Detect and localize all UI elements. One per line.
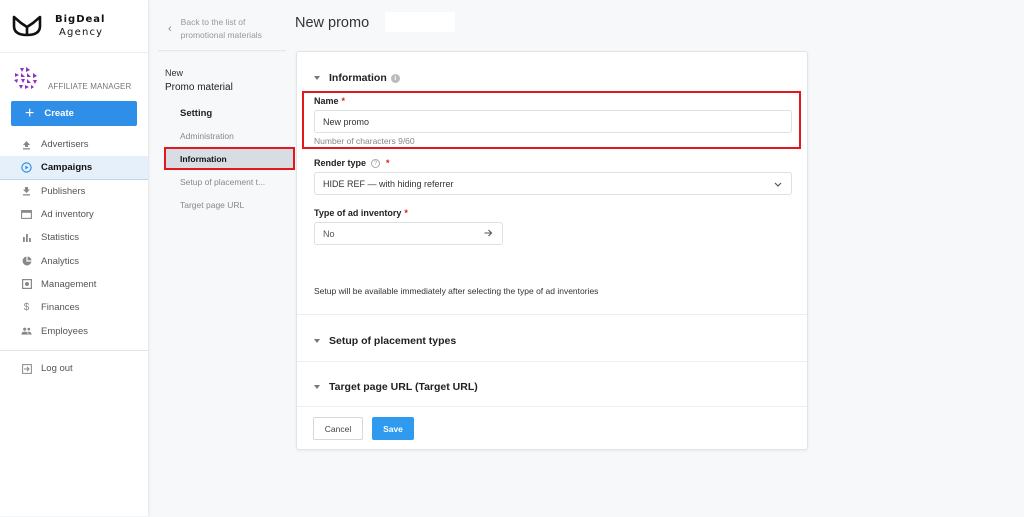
brand-name-line1: BigDeal — [55, 14, 106, 25]
sidebar-item-label: Advertisers — [41, 139, 89, 151]
role-label: AFFILIATE MANAGER — [48, 82, 132, 91]
play-circle-icon — [21, 162, 32, 173]
chevron-down-icon — [774, 179, 782, 189]
promo-sub-nav: Setting Administration Information Setup… — [164, 103, 295, 216]
section-title: Target page URL (Target URL) — [329, 381, 478, 393]
sidebar-item-label: Employees — [41, 325, 88, 337]
sidebar-item-label: Ad inventory — [41, 209, 94, 221]
sidebar-item-campaigns[interactable]: Campaigns — [0, 156, 148, 180]
caret-down-icon — [314, 76, 320, 80]
sidebar-item-analytics[interactable]: Analytics — [0, 249, 148, 272]
avatar[interactable] — [11, 64, 41, 94]
sub-nav-administration[interactable]: Administration — [164, 124, 295, 147]
render-type-value: HIDE REF — with hiding referrer — [323, 178, 454, 189]
upload-icon — [21, 139, 32, 150]
sidebar-item-employees[interactable]: Employees — [0, 319, 148, 342]
sub-nav-placement-setup[interactable]: Setup of placement t... — [164, 170, 295, 193]
divider — [0, 52, 148, 53]
brand-logo[interactable]: BigDeal Agency — [10, 10, 105, 42]
back-line1: Back to the list of — [180, 17, 246, 27]
divider — [0, 350, 148, 351]
logout-section: Log out — [0, 357, 148, 380]
redacted-area — [385, 12, 455, 32]
sub-nav-information[interactable]: Information — [164, 147, 295, 170]
required-mark: * — [341, 96, 346, 106]
sidebar-item-ad-inventory[interactable]: Ad inventory — [0, 203, 148, 226]
caret-down-icon — [314, 385, 320, 389]
brand-name: BigDeal Agency — [55, 13, 105, 39]
sidebar-item-label: Publishers — [41, 185, 86, 197]
name-label-text: Name — [314, 96, 339, 106]
divider — [297, 314, 807, 315]
ad-inventory-label: Type of ad inventory * — [314, 208, 408, 218]
section-target-url-header[interactable]: Target page URL (Target URL) — [314, 381, 478, 393]
sidebar-item-advertisers[interactable]: Advertisers — [0, 133, 148, 156]
required-mark: * — [386, 158, 390, 168]
people-icon — [21, 326, 32, 337]
cancel-button[interactable]: Cancel — [313, 417, 363, 440]
sidebar-item-management[interactable]: Management — [0, 273, 148, 296]
section-title: Information — [329, 72, 387, 84]
save-button[interactable]: Save — [372, 417, 414, 440]
download-icon — [21, 186, 32, 197]
sidebar: BigDeal Agency AFFILIATE MANAGER + Creat… — [0, 0, 149, 516]
sidebar-item-label: Analytics — [41, 255, 80, 267]
sidebar-item-statistics[interactable]: Statistics — [0, 226, 148, 249]
sidebar-item-publishers[interactable]: Publishers — [0, 180, 148, 203]
sub-nav-target-url[interactable]: Target page URL — [164, 193, 295, 216]
ad-inventory-select[interactable]: No — [314, 222, 503, 245]
section-placement-header[interactable]: Setup of placement types — [314, 335, 456, 347]
create-label: Create — [44, 108, 74, 119]
create-button[interactable]: + Create — [11, 101, 137, 126]
promo-form-card: Information i Name * New promo Number of… — [296, 51, 808, 450]
chevron-left-icon: ‹ — [168, 23, 172, 35]
name-input[interactable]: New promo — [314, 110, 792, 133]
brand-logo-icon — [12, 15, 42, 37]
dollar-icon: $ — [23, 302, 30, 314]
sidebar-nav: Advertisers Campaigns Publishers Ad inve… — [0, 133, 148, 343]
name-label: Name * — [314, 96, 345, 106]
bar-chart-icon — [21, 232, 32, 243]
help-icon[interactable]: ? — [371, 158, 381, 168]
window-icon — [21, 209, 32, 220]
render-type-label-text: Render type — [314, 158, 367, 168]
divider — [297, 361, 807, 362]
setup-note: Setup will be available immediately afte… — [314, 286, 599, 296]
promo-nav: ‹ Back to the list of promotional materi… — [150, 0, 295, 517]
brand-name-line2: Agency — [59, 27, 104, 38]
logout-icon — [21, 363, 32, 374]
sidebar-item-label: Campaigns — [41, 161, 93, 173]
name-input-value: New promo — [323, 116, 370, 127]
logout-button[interactable]: Log out — [0, 357, 148, 380]
logout-label: Log out — [41, 363, 73, 375]
caret-down-icon — [314, 339, 320, 343]
sidebar-item-label: Finances — [41, 302, 80, 314]
render-type-label: Render type ? * — [314, 158, 390, 168]
back-line2: promotional materials — [180, 30, 262, 40]
sidebar-item-finances[interactable]: $ Finances — [0, 296, 148, 319]
required-mark: * — [404, 208, 408, 218]
back-link[interactable]: ‹ Back to the list of promotional materi… — [168, 16, 262, 42]
plus-icon: + — [25, 104, 35, 122]
settings-box-icon — [21, 279, 32, 290]
sidebar-item-label: Statistics — [41, 232, 80, 244]
page-title: New promo — [295, 15, 370, 31]
render-type-select[interactable]: HIDE REF — with hiding referrer — [314, 172, 792, 195]
sub-nav-setting[interactable]: Setting — [164, 103, 295, 124]
ad-inventory-label-text: Type of ad inventory — [314, 208, 402, 218]
sidebar-item-label: Management — [41, 278, 97, 290]
section-information-header[interactable]: Information i — [314, 72, 400, 84]
name-char-counter: Number of characters 9/60 — [314, 136, 415, 146]
user-role: AFFILIATE MANAGER — [11, 64, 131, 94]
pie-chart-icon — [21, 256, 32, 267]
promo-nav-title: Promo material — [165, 82, 233, 93]
info-icon[interactable]: i — [390, 73, 400, 83]
divider — [158, 50, 286, 51]
section-title: Setup of placement types — [329, 335, 457, 347]
arrow-right-icon — [484, 229, 493, 239]
ad-inventory-value: No — [323, 228, 335, 239]
back-link-text: Back to the list of promotional material… — [181, 16, 262, 42]
divider — [297, 406, 807, 407]
promo-status: New — [165, 68, 184, 78]
